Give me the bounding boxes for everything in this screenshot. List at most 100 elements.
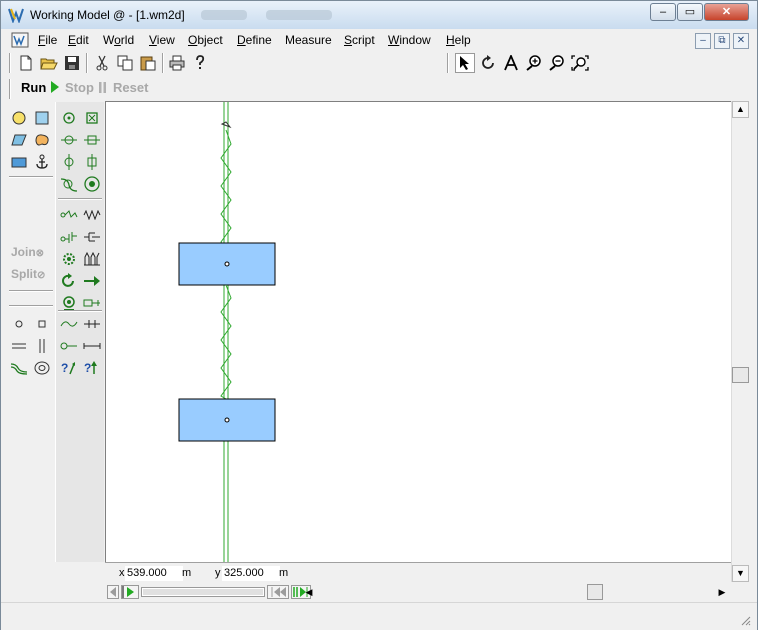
tool-palette: Join⊗ Split⊘ ? ? xyxy=(7,102,104,562)
rope-tool-icon[interactable] xyxy=(59,205,79,225)
blurred-title-fragment xyxy=(266,10,332,20)
run-button[interactable]: Run xyxy=(21,80,60,95)
spring-tool-icon[interactable] xyxy=(82,205,102,225)
polygon-tool-icon[interactable] xyxy=(9,130,29,150)
new-file-icon[interactable] xyxy=(16,53,36,73)
query-force-tool-icon[interactable]: ? xyxy=(59,358,79,378)
palette-right-column: ? ? xyxy=(55,102,104,562)
join-button[interactable]: Join⊗ xyxy=(11,245,44,259)
curved-slot-joint-tool-icon[interactable] xyxy=(59,174,79,194)
reset-button[interactable]: Reset xyxy=(113,80,148,95)
menu-bar: File Edit World View Object Define Measu… xyxy=(1,29,757,51)
print-icon[interactable] xyxy=(167,53,187,73)
horizontal-scrollbar[interactable]: ◀ ▶ xyxy=(306,583,731,601)
split-button[interactable]: Split⊘ xyxy=(11,267,45,281)
mdi-close-button[interactable]: ✕ xyxy=(733,33,749,49)
mdi-restore-button[interactable]: ⧉ xyxy=(714,33,730,49)
menu-object[interactable]: Object xyxy=(188,33,223,47)
x-coordinate-field[interactable]: 539.000 xyxy=(125,566,183,581)
menu-help[interactable]: Help xyxy=(446,33,471,47)
query-torque-tool-icon[interactable]: ? xyxy=(82,358,102,378)
step-back-icon[interactable] xyxy=(107,585,119,599)
toolbar-grip xyxy=(9,79,11,99)
vertical-scrollbar[interactable]: ▲ ▼ xyxy=(731,101,749,582)
rack-gear-tool-icon[interactable] xyxy=(82,249,102,269)
menu-define[interactable]: Define xyxy=(237,33,272,47)
menu-script[interactable]: Script xyxy=(344,33,375,47)
palette-divider xyxy=(9,290,53,292)
open-folder-icon[interactable] xyxy=(39,53,59,73)
square-point-tool-icon[interactable] xyxy=(32,314,52,334)
closed-slot-joint-tool-icon[interactable] xyxy=(82,174,102,194)
paste-icon[interactable] xyxy=(138,53,158,73)
menu-world[interactable]: World xyxy=(103,33,134,47)
horizontal-slot-tool-icon[interactable] xyxy=(9,336,29,356)
separator-tool-icon[interactable] xyxy=(82,314,102,334)
rotational-motor-tool-icon[interactable] xyxy=(59,271,79,291)
keyed-slot-joint-tool-icon[interactable] xyxy=(82,130,102,150)
play-icon[interactable] xyxy=(121,585,139,599)
horizontal-slot-joint-tool-icon[interactable] xyxy=(59,130,79,150)
menu-measure[interactable]: Measure xyxy=(285,33,332,47)
pin-joint-tool-icon[interactable] xyxy=(59,108,79,128)
vertical-slot-tool-icon[interactable] xyxy=(32,336,52,356)
menu-file[interactable]: File xyxy=(38,33,57,47)
center-of-mass-point[interactable] xyxy=(224,417,230,423)
simulation-canvas[interactable] xyxy=(105,101,731,562)
vertical-slot-joint-tool-icon[interactable] xyxy=(59,152,79,172)
rigid-joint-tool-icon[interactable] xyxy=(82,108,102,128)
closed-slot-tool-icon[interactable] xyxy=(32,358,52,378)
vertical-scroll-thumb[interactable] xyxy=(732,367,749,383)
point-on-slot-tool-icon[interactable] xyxy=(59,314,79,334)
mdi-minimize-button[interactable]: – xyxy=(695,33,711,49)
anchor-tool-icon[interactable] xyxy=(32,152,52,172)
minimize-button[interactable]: – xyxy=(650,3,676,21)
close-button[interactable]: ✕ xyxy=(704,3,749,21)
zoom-in-icon[interactable] xyxy=(524,53,544,73)
curved-body-tool-icon[interactable] xyxy=(32,130,52,150)
resize-grip-icon[interactable] xyxy=(739,614,751,626)
working-model-app-icon[interactable] xyxy=(8,7,24,23)
scroll-down-arrow-icon[interactable]: ▼ xyxy=(732,565,749,582)
gear-icon[interactable] xyxy=(59,249,79,269)
horizontal-scroll-thumb[interactable] xyxy=(587,584,603,600)
vertical-keyed-slot-tool-icon[interactable] xyxy=(82,152,102,172)
y-coordinate-field[interactable]: 325.000 xyxy=(222,566,280,581)
zoom-out-icon[interactable] xyxy=(547,53,567,73)
help-icon[interactable] xyxy=(190,53,210,73)
tape-slider-track[interactable] xyxy=(141,587,265,597)
spring-upper[interactable] xyxy=(220,129,232,251)
y-coordinate-label: y xyxy=(215,567,221,579)
zoom-fit-icon[interactable] xyxy=(570,53,590,73)
center-of-mass-point[interactable] xyxy=(224,261,230,267)
document-system-menu-icon[interactable] xyxy=(11,32,29,48)
text-icon[interactable] xyxy=(501,53,521,73)
rewind-icon[interactable] xyxy=(267,585,289,599)
menu-view[interactable]: View xyxy=(149,33,175,47)
app-window: Working Model @ - [1.wm2d] – ▭ ✕ File Ed… xyxy=(0,0,758,630)
cut-icon[interactable] xyxy=(92,53,112,73)
force-arrow-tool-icon[interactable] xyxy=(82,271,102,291)
scroll-right-arrow-icon[interactable]: ▶ xyxy=(715,585,729,599)
curved-slot-tool-icon[interactable] xyxy=(9,358,29,378)
damper-tool-icon[interactable] xyxy=(59,227,79,247)
maximize-button[interactable]: ▭ xyxy=(677,3,703,21)
rotate-icon[interactable] xyxy=(478,53,498,73)
scroll-left-arrow-icon[interactable]: ◀ xyxy=(303,585,315,599)
arrow-pointer-icon[interactable] xyxy=(455,53,475,73)
linear-damper-tool-icon[interactable] xyxy=(82,227,102,247)
stop-button[interactable]: Stop xyxy=(65,80,107,95)
torsion-spring-tool-icon[interactable] xyxy=(59,336,79,356)
menu-window[interactable]: Window xyxy=(388,33,431,47)
save-icon[interactable] xyxy=(62,53,82,73)
point-tool-icon[interactable] xyxy=(9,314,29,334)
rod-tool-icon[interactable] xyxy=(82,336,102,356)
menu-edit[interactable]: Edit xyxy=(68,33,89,47)
copy-icon[interactable] xyxy=(115,53,135,73)
spring-lower[interactable] xyxy=(220,284,232,400)
palette-divider xyxy=(58,198,102,200)
rectangle-tool-icon[interactable] xyxy=(32,108,52,128)
scroll-up-arrow-icon[interactable]: ▲ xyxy=(732,101,749,118)
square-body-tool-icon[interactable] xyxy=(9,152,29,172)
circle-tool-icon[interactable] xyxy=(9,108,29,128)
